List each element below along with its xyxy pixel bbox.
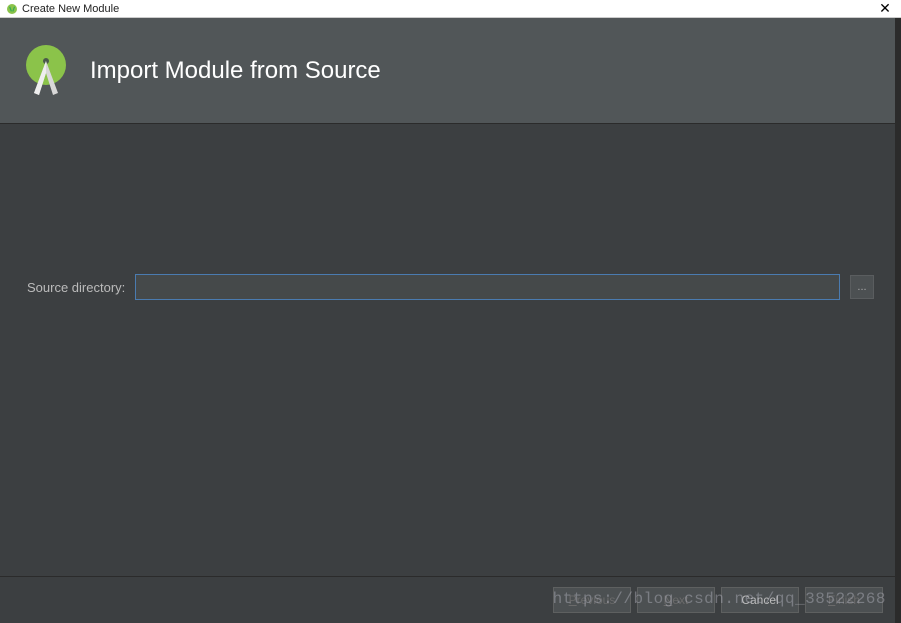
android-studio-icon <box>22 43 70 99</box>
header-banner: Import Module from Source <box>0 18 901 124</box>
next-button[interactable]: Next <box>637 587 715 613</box>
source-directory-row: Source directory: ... <box>27 274 874 300</box>
window-title: Create New Module <box>22 3 119 15</box>
title-bar: Create New Module ✕ <box>0 0 901 18</box>
next-label-rest: ext <box>672 593 688 607</box>
title-bar-left: Create New Module <box>6 3 119 15</box>
source-directory-input[interactable] <box>135 274 840 300</box>
close-icon[interactable]: ✕ <box>875 0 895 17</box>
finish-button[interactable]: Finish <box>805 587 883 613</box>
finish-label-rest: inish <box>835 593 860 607</box>
previous-button[interactable]: Previous <box>553 587 631 613</box>
footer-button-bar: Previous Next Cancel Finish <box>0 576 901 623</box>
right-border <box>895 18 901 623</box>
page-title: Import Module from Source <box>90 57 381 85</box>
cancel-button[interactable]: Cancel <box>721 587 799 613</box>
previous-label-rest: revious <box>577 593 616 607</box>
main-content: Source directory: ... <box>0 124 901 576</box>
browse-button[interactable]: ... <box>850 275 874 299</box>
app-icon <box>6 3 18 15</box>
source-directory-label: Source directory: <box>27 280 125 295</box>
